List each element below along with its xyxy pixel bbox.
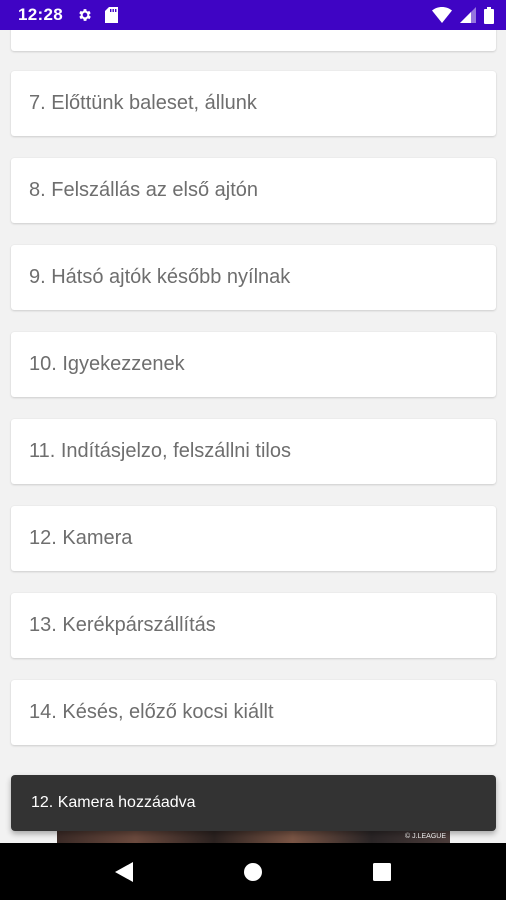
status-time: 12:28 <box>18 5 63 24</box>
gear-icon <box>77 7 93 23</box>
status-icons-right <box>432 6 494 24</box>
battery-icon <box>484 6 494 24</box>
list-item[interactable]: 8. Felszállás az első ajtón <box>11 158 496 223</box>
list-item[interactable]: 13. Kerékpárszállítás <box>11 593 496 658</box>
status-icons-left <box>77 7 118 23</box>
list-item[interactable]: 14. Késés, előző kocsi kiállt <box>11 680 496 745</box>
app-screen: 12:28 7. Előttünk baleset, állunk 8. Fel… <box>0 0 506 900</box>
list-item-label: 7. Előttünk baleset, állunk <box>29 92 257 114</box>
list-item[interactable]: 11. Indításjelzo, felszállni tilos <box>11 419 496 484</box>
snackbar: 12. Kamera hozzáadva <box>11 775 496 831</box>
list-item-label: 11. Indításjelzo, felszállni tilos <box>29 440 291 462</box>
wifi-icon <box>432 7 452 23</box>
home-icon <box>243 862 263 882</box>
list-item[interactable]: 7. Előttünk baleset, állunk <box>11 71 496 136</box>
home-button[interactable] <box>233 852 273 892</box>
list-item-label: 13. Kerékpárszállítás <box>29 614 216 636</box>
signal-icon <box>460 7 476 23</box>
back-icon <box>115 861 134 882</box>
recents-button[interactable] <box>362 852 402 892</box>
list-item-label: 14. Késés, előző kocsi kiállt <box>29 701 274 723</box>
navigation-bar <box>0 843 506 900</box>
list-item[interactable]: 10. Igyekezzenek <box>11 332 496 397</box>
recents-icon <box>372 862 391 881</box>
back-button[interactable] <box>104 852 144 892</box>
item-list: 7. Előttünk baleset, állunk 8. Felszállá… <box>0 0 506 843</box>
status-bar: 12:28 <box>0 0 506 30</box>
sd-card-icon <box>104 7 118 23</box>
snackbar-message: 12. Kamera hozzáadva <box>31 794 196 811</box>
list-item-label: 10. Igyekezzenek <box>29 353 185 375</box>
ad-banner[interactable]: © J.LEAGUE <box>57 830 450 843</box>
ad-banner-text: © J.LEAGUE <box>405 833 446 840</box>
list-item[interactable]: 9. Hátsó ajtók később nyílnak <box>11 245 496 310</box>
list-item-label: 12. Kamera <box>29 527 133 549</box>
list-item-label: 9. Hátsó ajtók később nyílnak <box>29 266 291 288</box>
list-item-label: 8. Felszállás az első ajtón <box>29 179 259 201</box>
list-item[interactable]: 12. Kamera <box>11 506 496 571</box>
